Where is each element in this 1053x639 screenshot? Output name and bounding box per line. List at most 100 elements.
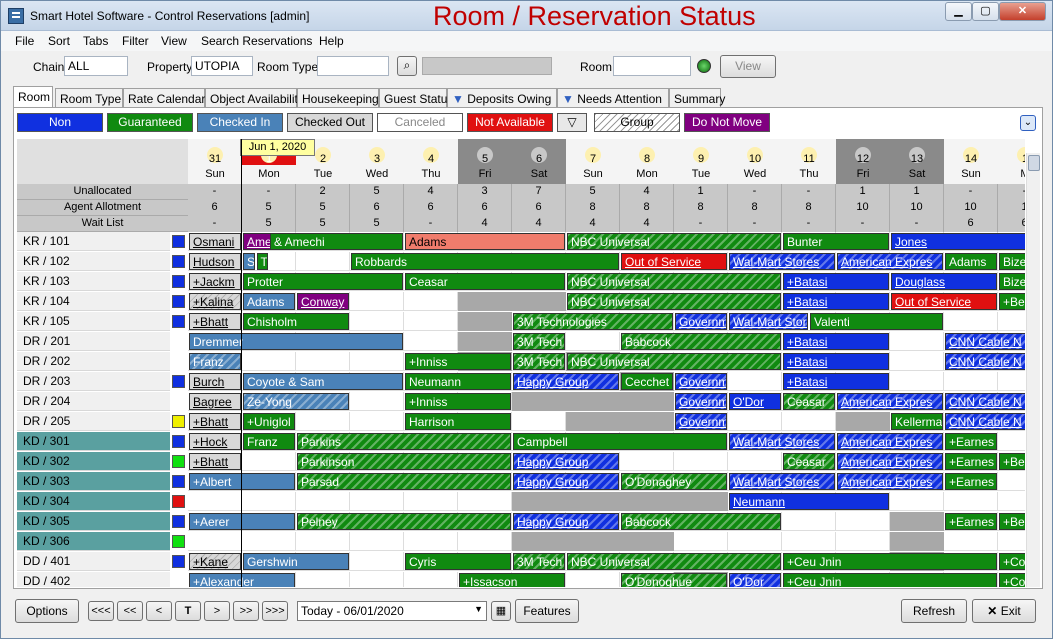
grid-cell[interactable] bbox=[998, 372, 1025, 391]
reservation-block[interactable]: Wal-Mart Stores bbox=[729, 253, 835, 270]
reservation-block[interactable]: Adams bbox=[405, 233, 565, 250]
reservation-block[interactable]: +Earnes bbox=[945, 433, 997, 450]
grid-cell[interactable] bbox=[728, 412, 782, 431]
grid-cell[interactable] bbox=[890, 372, 944, 391]
reservation-block[interactable]: Franz bbox=[243, 433, 295, 450]
day-header[interactable]: 13 Sat bbox=[890, 139, 944, 184]
grid-cell[interactable] bbox=[782, 412, 836, 431]
legend-checked-in[interactable]: Checked In bbox=[197, 113, 283, 132]
reservation-block[interactable]: CNN Cable N bbox=[945, 353, 1025, 370]
reservation-block[interactable]: +Batasi bbox=[783, 273, 889, 290]
room-label[interactable]: DR / 204 bbox=[17, 392, 170, 411]
reservation-block[interactable]: Governm bbox=[675, 393, 727, 410]
reservation-block[interactable]: +Bhatt bbox=[189, 413, 241, 430]
grid-cell[interactable] bbox=[890, 352, 944, 371]
reservation-block[interactable]: Bize bbox=[999, 273, 1025, 290]
reservation-block[interactable]: Bize bbox=[999, 253, 1025, 270]
reservation-block[interactable]: +Kalina bbox=[189, 293, 241, 310]
reservation-block[interactable]: Wal-Mart Stores bbox=[729, 433, 835, 450]
reservation-block[interactable]: Neumann bbox=[729, 493, 889, 510]
reservation-block[interactable]: NBC Universal bbox=[567, 353, 781, 370]
options-button[interactable]: Options bbox=[15, 599, 79, 623]
day-header[interactable]: 4 Thu bbox=[404, 139, 458, 184]
tab-room-type[interactable]: Room Type bbox=[55, 88, 123, 108]
reservation-block[interactable]: Campbell bbox=[513, 433, 727, 450]
grid-cell[interactable] bbox=[944, 492, 998, 511]
nav-next-week-button[interactable]: >> bbox=[233, 601, 259, 621]
reservation-block[interactable]: +Inniss bbox=[405, 353, 511, 370]
reservation-block[interactable]: +Batasi bbox=[783, 293, 889, 310]
grid-cell[interactable] bbox=[350, 532, 404, 551]
nav-next-button[interactable]: > bbox=[204, 601, 230, 621]
day-header[interactable]: 6 Sat bbox=[512, 139, 566, 184]
expand-button[interactable]: ⌄ bbox=[1020, 115, 1036, 131]
grid-cell[interactable] bbox=[296, 252, 350, 271]
grid-cell[interactable] bbox=[350, 572, 404, 587]
grid-cell[interactable] bbox=[944, 312, 998, 331]
grid-cell[interactable] bbox=[296, 572, 350, 587]
nav-today-button[interactable]: T bbox=[175, 601, 201, 621]
menu-search-reservations[interactable]: Search Reservations bbox=[201, 34, 312, 48]
grid-cell[interactable] bbox=[188, 492, 242, 511]
reservation-block[interactable]: NBC Universal bbox=[567, 233, 781, 250]
grid-cell[interactable] bbox=[458, 492, 512, 511]
grid-cell[interactable] bbox=[998, 312, 1025, 331]
grid-cell[interactable] bbox=[350, 392, 404, 411]
reservation-block[interactable]: +Earnes bbox=[945, 473, 997, 490]
grid-cell[interactable] bbox=[404, 532, 458, 551]
grid-cell[interactable] bbox=[404, 292, 458, 311]
reservation-block[interactable]: Harrison bbox=[405, 413, 511, 430]
vertical-scrollbar[interactable] bbox=[1026, 153, 1040, 587]
legend-do-not-move[interactable]: Do Not Move bbox=[684, 113, 770, 132]
grid-cell[interactable] bbox=[404, 492, 458, 511]
grid-cell[interactable] bbox=[242, 452, 296, 471]
reservation-block[interactable]: +Aerer bbox=[189, 513, 295, 530]
reservation-block[interactable]: Wal-Mart Stores bbox=[729, 313, 808, 330]
reservation-block[interactable]: Cecchet bbox=[621, 373, 673, 390]
reservation-block[interactable]: CNN Cable N bbox=[945, 393, 1025, 410]
room-type-field[interactable] bbox=[317, 56, 389, 76]
refresh-button[interactable]: Refresh bbox=[901, 599, 967, 623]
reservation-block[interactable]: Governm bbox=[675, 413, 727, 430]
reservation-block[interactable]: Dremmer bbox=[189, 333, 403, 350]
reservation-block[interactable]: NBC Universal bbox=[567, 293, 781, 310]
grid-cell[interactable] bbox=[188, 532, 242, 551]
grid-cell[interactable] bbox=[350, 292, 404, 311]
grid-cell[interactable] bbox=[674, 452, 728, 471]
nav-prev-week-button[interactable]: << bbox=[117, 601, 143, 621]
room-field[interactable] bbox=[613, 56, 691, 76]
maximize-button[interactable]: ▢ bbox=[972, 2, 999, 21]
room-label[interactable]: KR / 105 bbox=[17, 312, 170, 331]
grid-cell[interactable] bbox=[242, 532, 296, 551]
day-header[interactable]: 3 Wed bbox=[350, 139, 404, 184]
room-label[interactable]: KR / 101 bbox=[17, 232, 170, 251]
reservation-block[interactable]: Gershwin bbox=[243, 553, 349, 570]
tab-guest-status[interactable]: Guest Status bbox=[379, 88, 453, 108]
reservation-block[interactable]: CNN Cable N bbox=[945, 333, 1025, 350]
reservation-block[interactable]: +Kane bbox=[189, 553, 241, 570]
room-label[interactable]: DD / 402 bbox=[17, 572, 170, 587]
grid-cell[interactable] bbox=[404, 332, 458, 351]
scrollbar-thumb[interactable] bbox=[1028, 155, 1040, 171]
menu-help[interactable]: Help bbox=[319, 34, 344, 48]
room-label[interactable]: KD / 304 bbox=[17, 492, 170, 511]
reservation-block[interactable]: Kellerma bbox=[891, 413, 943, 430]
tab-rate-calendar[interactable]: Rate Calendar bbox=[123, 88, 205, 108]
grid-cell[interactable] bbox=[944, 372, 998, 391]
reservation-block[interactable]: American Expres bbox=[837, 253, 943, 270]
grid-cell[interactable] bbox=[890, 492, 944, 511]
reservation-block[interactable]: Governm bbox=[675, 313, 727, 330]
grid-cell[interactable] bbox=[296, 492, 350, 511]
legend-guaranteed[interactable]: Guaranteed bbox=[107, 113, 193, 132]
grid-cell[interactable] bbox=[242, 492, 296, 511]
reservation-block[interactable]: Jones bbox=[891, 233, 1025, 250]
reservation-block[interactable]: Happy Group bbox=[513, 513, 619, 530]
day-header[interactable]: 1M bbox=[998, 139, 1025, 184]
room-label[interactable]: KR / 103 bbox=[17, 272, 170, 291]
grid-cell[interactable] bbox=[566, 572, 620, 587]
grid-cell[interactable] bbox=[404, 572, 458, 587]
reservation-block[interactable]: T bbox=[256, 253, 268, 270]
reservation-block[interactable]: Coyote & Sam bbox=[243, 373, 403, 390]
nav-first-button[interactable]: <<< bbox=[88, 601, 114, 621]
reservation-block[interactable]: Parkinson bbox=[297, 453, 511, 470]
